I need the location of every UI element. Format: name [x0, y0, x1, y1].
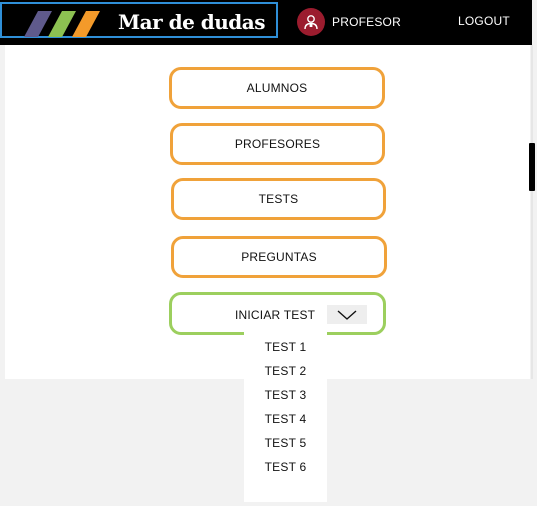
logo-stripes-icon — [24, 11, 100, 37]
brand-title: Mar de dudas — [118, 10, 266, 34]
tests-button[interactable]: TESTS — [171, 178, 386, 220]
tests-button-label: TESTS — [258, 192, 299, 206]
dropdown-option-test-3[interactable]: TEST 3 — [244, 388, 327, 402]
avatar — [297, 8, 325, 36]
alumnos-button[interactable]: ALUMNOS — [169, 67, 385, 109]
preguntas-button-label: PREGUNTAS — [241, 250, 317, 264]
logout-button[interactable]: LOGOUT — [458, 14, 510, 28]
dropdown-option-test-6[interactable]: TEST 6 — [244, 460, 327, 474]
dropdown-toggle-button[interactable] — [327, 305, 367, 324]
dropdown-option-test-2[interactable]: TEST 2 — [244, 364, 327, 378]
user-role-label: PROFESOR — [332, 15, 401, 29]
dropdown-option-test-5[interactable]: TEST 5 — [244, 436, 327, 450]
scrollbar-track[interactable] — [531, 45, 533, 379]
profesores-button-label: PROFESORES — [234, 137, 321, 151]
teacher-avatar-icon — [304, 15, 318, 30]
scrollbar-thumb[interactable] — [529, 143, 535, 191]
chevron-down-icon — [337, 309, 357, 320]
dropdown-option-test-4[interactable]: TEST 4 — [244, 412, 327, 426]
start-test-label: INICIAR TEST — [235, 308, 316, 322]
top-navbar: Mar de dudas PROFESOR LOGOUT — [0, 0, 532, 45]
alumnos-button-label: ALUMNOS — [246, 81, 308, 95]
user-profile[interactable]: PROFESOR — [297, 7, 401, 37]
brand-logo-box[interactable]: Mar de dudas — [0, 2, 278, 38]
preguntas-button[interactable]: PREGUNTAS — [171, 236, 387, 278]
profesores-button[interactable]: PROFESORES — [170, 123, 385, 165]
dropdown-option-test-1[interactable]: TEST 1 — [244, 340, 327, 354]
test-dropdown-menu: TEST 1 TEST 2 TEST 3 TEST 4 TEST 5 TEST … — [244, 325, 327, 502]
